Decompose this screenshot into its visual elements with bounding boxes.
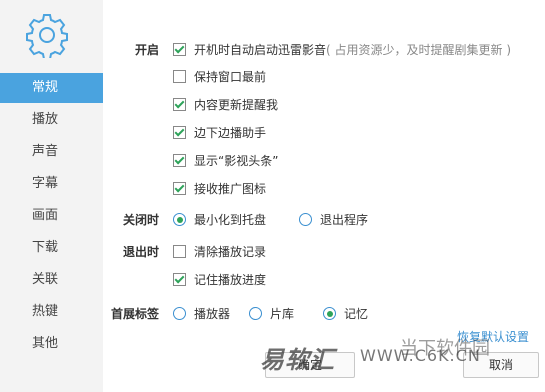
exit-program-radio[interactable]: 退出程序 [299,212,368,228]
checkbox-unchecked-icon[interactable] [173,70,186,83]
sidebar-item-hotkey[interactable]: 热键 [0,297,103,327]
sidebar-item-general[interactable]: 常规 [0,73,103,103]
cancel-button[interactable]: 取消 [463,352,539,378]
remember-progress-label: 记住播放进度 [194,273,267,287]
sidebar-item-sound[interactable]: 声音 [0,137,103,167]
exit-section-label: 退出时 [122,245,159,259]
home-tab-player-label: 播放器 [194,307,231,321]
checkbox-checked-icon[interactable] [173,126,186,139]
home-tab-section-label: 首展标签 [110,307,159,321]
checkbox-checked-icon[interactable] [173,182,186,195]
close-section-label: 关闭时 [122,213,159,227]
home-tab-memory-radio[interactable]: 记忆 [323,306,368,322]
sidebar-item-subtitle[interactable]: 字幕 [0,169,103,199]
sidebar-item-association[interactable]: 关联 [0,265,103,295]
checkbox-checked-icon[interactable] [173,154,186,167]
clear-history-label: 清除播放记录 [194,245,267,259]
minimize-to-tray-radio[interactable]: 最小化到托盘 [173,212,266,228]
keep-on-top-label: 保持窗口最前 [194,70,267,84]
download-play-assistant-checkbox[interactable]: 边下边播助手 [173,125,266,141]
sidebar-item-playback[interactable]: 播放 [0,105,103,135]
sidebar-item-download[interactable]: 下载 [0,233,103,263]
restore-defaults-link[interactable]: 恢复默认设置 [457,328,529,345]
radio-unchecked-icon[interactable] [173,307,186,320]
home-tab-player-radio[interactable]: 播放器 [173,306,230,322]
ok-button[interactable]: 确定 [265,352,355,378]
checkbox-checked-icon[interactable] [173,43,186,56]
radio-checked-icon[interactable] [323,307,336,320]
radio-unchecked-icon[interactable] [299,213,312,226]
home-tab-library-label: 片库 [270,307,295,321]
exit-program-label: 退出程序 [320,213,369,227]
autostart-hint: ( 占用资源少，及时提醒剧集更新 ) [326,43,512,57]
checkbox-checked-icon[interactable] [173,273,186,286]
autostart-label: 开机时自动启动迅雷影音 [194,43,327,57]
show-headlines-label: 显示“影视头条” [194,154,279,168]
update-remind-checkbox[interactable]: 内容更新提醒我 [173,97,278,113]
minimize-to-tray-label: 最小化到托盘 [194,213,267,227]
sidebar: 常规 播放 声音 字幕 画面 下载 关联 热键 其他 [0,0,103,392]
checkbox-checked-icon[interactable] [173,98,186,111]
startup-section-label: 开启 [134,43,159,57]
checkbox-unchecked-icon[interactable] [173,245,186,258]
keep-on-top-checkbox[interactable]: 保持窗口最前 [173,69,266,85]
clear-history-checkbox[interactable]: 清除播放记录 [173,244,266,260]
sidebar-item-other[interactable]: 其他 [0,329,103,359]
home-tab-library-radio[interactable]: 片库 [249,306,294,322]
show-headlines-checkbox[interactable]: 显示“影视头条” [173,153,278,169]
radio-checked-icon[interactable] [173,213,186,226]
promo-icon-checkbox[interactable]: 接收推广图标 [173,181,266,197]
radio-unchecked-icon[interactable] [249,307,262,320]
home-tab-memory-label: 记忆 [344,307,369,321]
promo-icon-label: 接收推广图标 [194,182,267,196]
settings-panel: 开启 开机时自动启动迅雷影音( 占用资源少，及时提醒剧集更新 ) 保持窗口最前 … [103,0,545,392]
autostart-checkbox[interactable]: 开机时自动启动迅雷影音( 占用资源少，及时提醒剧集更新 ) [173,42,511,58]
update-remind-label: 内容更新提醒我 [194,98,279,112]
download-play-assistant-label: 边下边播助手 [194,126,267,140]
remember-progress-checkbox[interactable]: 记住播放进度 [173,272,266,288]
sidebar-item-picture[interactable]: 画面 [0,201,103,231]
settings-gear-icon [24,12,70,60]
